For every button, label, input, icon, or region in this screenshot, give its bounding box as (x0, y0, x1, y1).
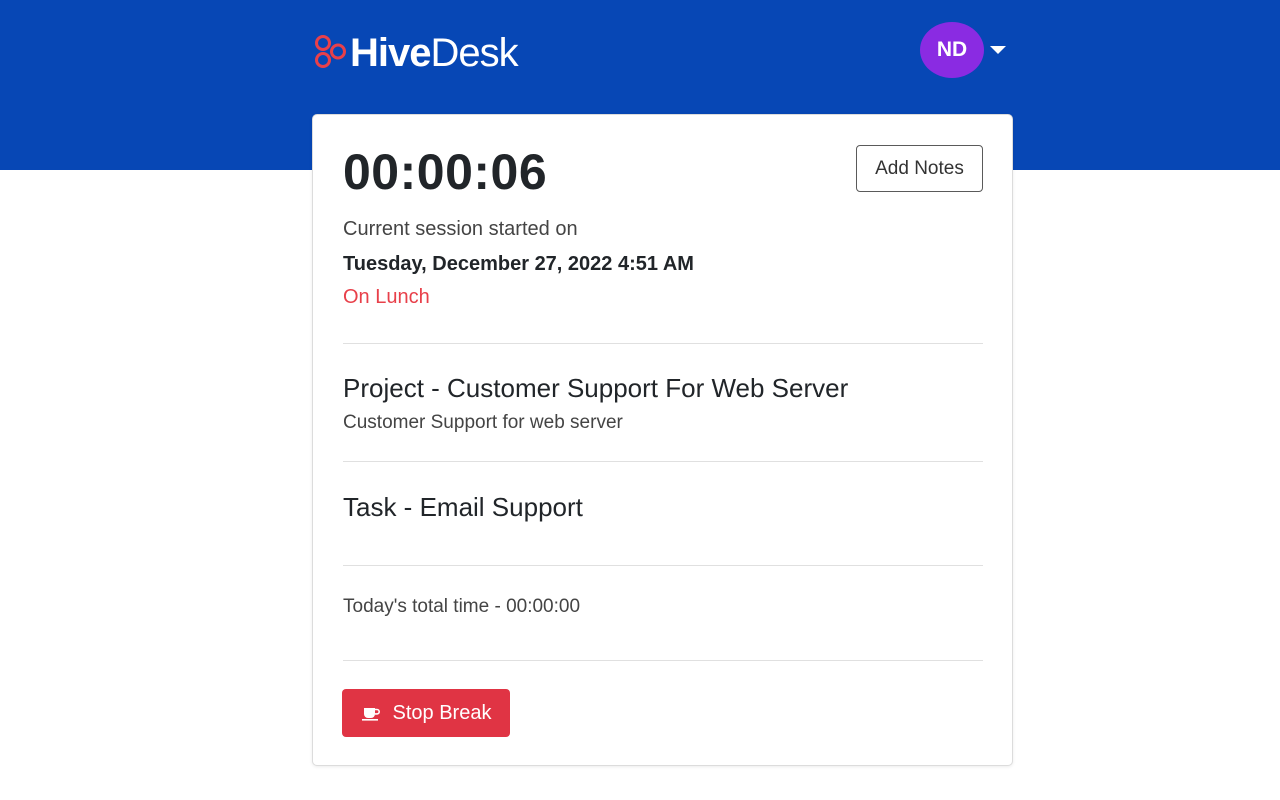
user-menu[interactable]: ND (920, 22, 1006, 78)
stop-break-label: Stop Break (392, 701, 492, 724)
time-tracker-card: 00:00:06 Add Notes Current session start… (312, 114, 1013, 766)
session-started-label: Current session started on (343, 218, 578, 240)
task-title: Task - Email Support (343, 492, 583, 522)
add-notes-button[interactable]: Add Notes (856, 145, 983, 192)
stop-break-button[interactable]: Stop Break (342, 689, 510, 737)
avatar[interactable]: ND (920, 22, 984, 78)
coffee-cup-icon (361, 708, 380, 721)
divider (343, 565, 983, 566)
session-timer: 00:00:06 (343, 144, 548, 200)
logo-text-regular: Desk (430, 31, 519, 75)
logo-text-bold: Hive (350, 31, 431, 75)
project-title: Project - Customer Support For Web Serve… (343, 373, 849, 403)
caret-down-icon[interactable] (990, 46, 1006, 54)
todays-total-time: Today's total time - 00:00:00 (343, 596, 581, 617)
logo-wordmark: HiveDesk (350, 31, 519, 75)
hivedesk-logo[interactable]: HiveDesk (311, 30, 519, 76)
divider (343, 343, 983, 344)
project-description: Customer Support for web server (343, 412, 623, 433)
hivedesk-logo-icon (315, 35, 346, 68)
divider (343, 461, 983, 462)
session-started-date: Tuesday, December 27, 2022 4:51 AM (343, 253, 694, 275)
status-text: On Lunch (343, 286, 430, 308)
divider (343, 660, 983, 661)
